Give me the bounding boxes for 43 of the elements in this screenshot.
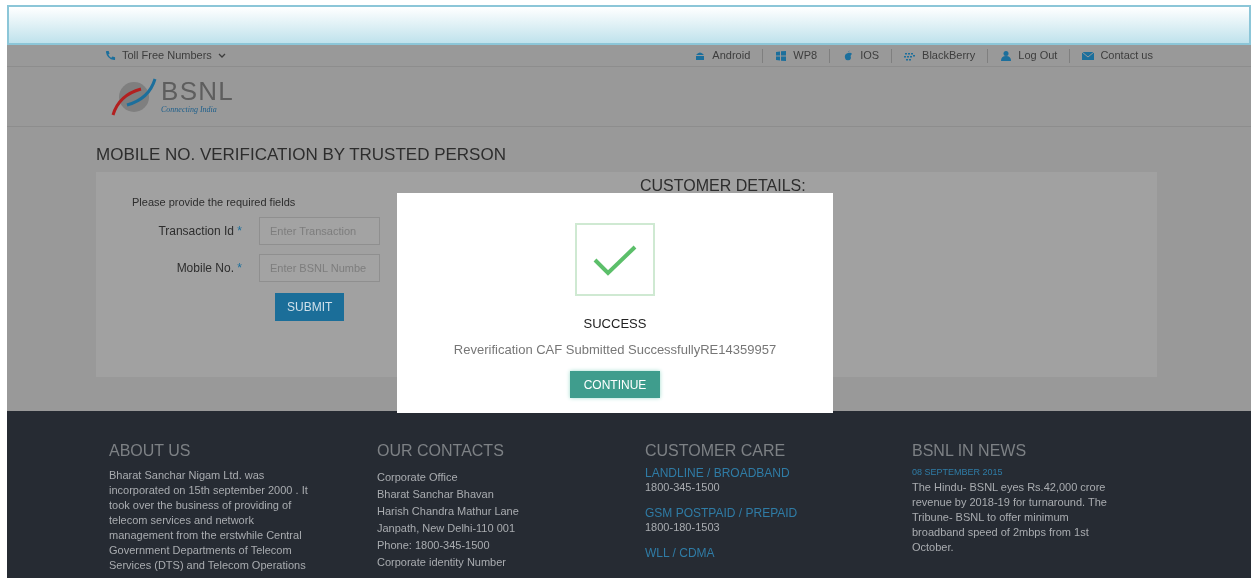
footer-heading: ABOUT US [109,441,192,461]
chevron-down-icon [217,52,226,59]
user-icon [1000,49,1013,62]
logo-tagline: Connecting India [161,103,218,116]
contact-line: Harish Chandra Mathur Lane [377,504,520,519]
contact-line: Phone: 1800-345-1500 [377,538,491,553]
news-date: 08 SEPTEMBER 2015 [912,466,1004,479]
instruction-text: Please provide the required fields [132,195,297,210]
checkmark-icon [575,223,655,296]
top-bar-link[interactable]: IOS [842,47,880,64]
envelope-icon [1082,49,1095,62]
continue-button[interactable]: CONTINUE [569,371,661,398]
customer-details-heading: CUSTOMER DETAILS: [640,176,806,196]
contact-line: Corporate identity Number [377,555,507,570]
top-bar-link[interactable]: Log Out [1000,47,1058,64]
care-category: WLL / CDMA [645,546,716,560]
field-label: Transaction Id * [157,222,243,240]
care-category: LANDLINE / BROADBAND [645,466,791,480]
contact-line: Corporate Office [377,470,459,485]
toll-free-link[interactable]: Toll Free Numbers [105,47,226,64]
contact-line: Janpath, New Delhi-110 001 [377,521,516,536]
care-category: GSM POSTPAID / PREPAID [645,506,799,520]
footer-heading: BSNL IN NEWS [912,441,1028,461]
dialog-message: Reverification CAF Submitted SuccessfullyRE14359957 [453,340,777,359]
news-paragraph: The Hindu- BSNL eyes Rs.42,000 crore revenue by 2018-19 for turnaround. The Tribune- BSNL to offer minimum broadband speed of 2mbps from 1st October. [912,479,1108,555]
dialog-title: SUCCESS [583,315,647,333]
footer-heading: OUR CONTACTS [377,441,505,461]
top-bar-link[interactable]: Contact us [1082,47,1153,64]
windows-icon [775,49,788,62]
phone-number: 1800-180-1503 [645,520,721,534]
contact-line: Bharat Sanchar Bhavan [377,487,495,502]
logo-text: BSNL [161,77,235,104]
phone-number: 1800-345-1500 [645,480,721,494]
page-title: MOBILE NO. VERIFICATION BY TRUSTED PERSON [96,143,506,166]
phone-icon [105,50,116,61]
footer-heading: CUSTOMER CARE [645,441,787,461]
top-bar-link[interactable]: WP8 [775,47,818,64]
apple-icon [842,49,855,62]
submit-button[interactable]: SUBMIT [275,292,345,321]
top-bar-link[interactable]: Android [694,47,751,64]
top-bar-link[interactable]: BlackBerry [904,47,976,64]
field-label: Mobile No. * [175,259,243,277]
about-paragraph: Bharat Sanchar Nigam Ltd. was incorporated on 15th september 2000 . It took over the business of providing of telecom services and network management from the erstwhile Central Government Departments of Telecom Services (DTS) and Telecom Operations [109,468,309,573]
